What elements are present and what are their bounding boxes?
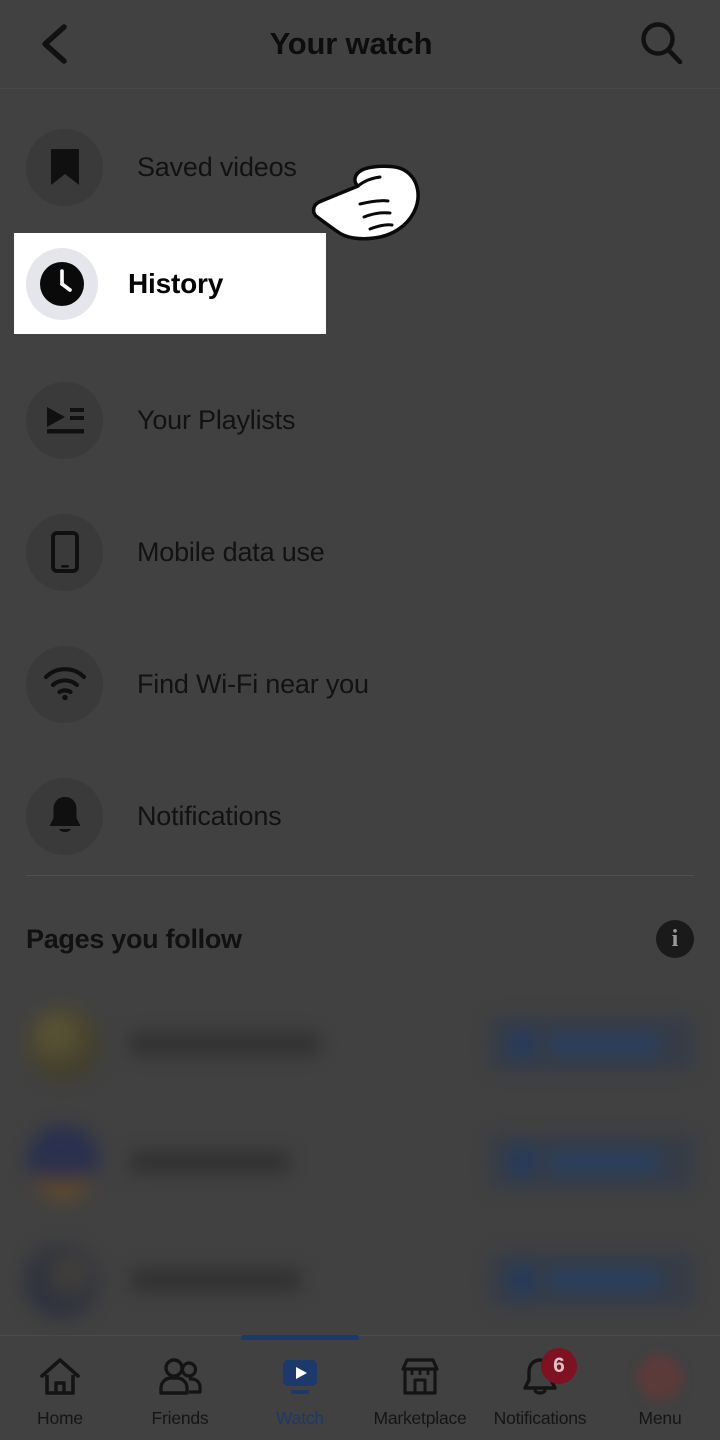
facebook-glyph (511, 1029, 533, 1059)
avatar-icon (637, 1354, 683, 1400)
menu-item-label: Notifications (137, 800, 282, 831)
friends-icon (159, 1358, 202, 1395)
nav-tab-label: Home (37, 1408, 83, 1428)
nav-tab-friends[interactable]: Friends (120, 1336, 240, 1440)
page-name-obscured (130, 1269, 302, 1291)
page-follow-button[interactable] (489, 1016, 694, 1072)
page-title: Your watch (269, 26, 433, 61)
icon-container (35, 1354, 85, 1400)
page-follow-button[interactable] (489, 1134, 694, 1190)
watch-video-icon (283, 1360, 317, 1394)
wifi-icon (43, 667, 86, 701)
icon-container (26, 128, 103, 206)
watch-menu-list: Saved videos History Your Playlists Mobi… (0, 89, 720, 882)
section-title: Pages you follow (26, 923, 242, 954)
page-row[interactable] (0, 1103, 720, 1221)
search-button[interactable] (634, 16, 690, 72)
bell-icon (49, 797, 80, 833)
page-row[interactable] (0, 985, 720, 1103)
page-name-obscured (130, 1033, 320, 1055)
nav-tab-watch[interactable]: Watch (240, 1335, 360, 1440)
facebook-glyph (511, 1265, 533, 1295)
menu-item-saved-videos[interactable]: Saved videos (0, 101, 720, 233)
chevron-left-icon (42, 24, 67, 64)
notification-badge: 6 (541, 1348, 577, 1384)
info-icon[interactable]: i (656, 920, 694, 958)
mobile-phone-icon (50, 531, 79, 573)
follow-label-obscured (549, 1152, 659, 1172)
nav-tab-notifications[interactable]: 6 Notifications (480, 1336, 600, 1440)
page-avatar (26, 1007, 100, 1081)
menu-item-label: Mobile data use (137, 536, 325, 567)
page-avatar (26, 1125, 100, 1199)
menu-item-mobile-data-use[interactable]: Mobile data use (0, 486, 720, 618)
menu-item-label: History (128, 267, 224, 299)
clock-icon (40, 261, 84, 306)
watch-screen: Your watch Saved videos History Your Pla… (0, 0, 720, 1440)
pages-you-follow-header: Pages you follow i (26, 915, 694, 963)
follow-label-obscured (549, 1034, 659, 1054)
storefront-icon (401, 1358, 439, 1395)
nav-tab-menu[interactable]: Menu (600, 1336, 720, 1440)
search-icon (641, 22, 683, 65)
menu-item-your-playlists[interactable]: Your Playlists (0, 354, 720, 486)
icon-container (26, 247, 98, 320)
icon-container (275, 1354, 325, 1400)
active-tab-indicator (241, 1335, 359, 1340)
page-row[interactable] (0, 1221, 720, 1339)
section-divider (26, 875, 694, 876)
page-follow-button[interactable] (489, 1252, 694, 1308)
follow-label-obscured (549, 1270, 659, 1290)
icon-container (26, 381, 103, 459)
app-header: Your watch (0, 0, 720, 89)
menu-item-history[interactable]: History (14, 233, 326, 334)
nav-tab-marketplace[interactable]: Marketplace (360, 1336, 480, 1440)
nav-tab-label: Watch (276, 1408, 324, 1428)
facebook-glyph (511, 1147, 533, 1177)
pages-you-follow-list (0, 985, 720, 1339)
info-glyph: i (671, 926, 679, 952)
menu-item-label: Saved videos (137, 151, 297, 182)
menu-item-label: Find Wi-Fi near you (137, 668, 369, 699)
menu-item-find-wifi[interactable]: Find Wi-Fi near you (0, 618, 720, 750)
page-avatar (26, 1243, 100, 1317)
playlist-icon (46, 407, 84, 434)
icon-container (26, 645, 103, 723)
icon-container (155, 1354, 205, 1400)
icon-container (395, 1354, 445, 1400)
home-icon (40, 1358, 80, 1395)
nav-tab-label: Friends (151, 1408, 209, 1428)
icon-container (26, 777, 103, 855)
nav-tab-label: Notifications (493, 1408, 587, 1428)
icon-container (26, 513, 103, 591)
page-name-obscured (130, 1151, 290, 1173)
bookmark-icon (50, 149, 79, 185)
menu-item-label: Your Playlists (137, 404, 296, 435)
nav-tab-home[interactable]: Home (0, 1336, 120, 1440)
nav-tab-label: Menu (638, 1408, 682, 1428)
nav-tab-label: Marketplace (373, 1408, 467, 1428)
bottom-navigation-bar: Home Friends Watch Marketplace 6 Notific… (0, 1335, 720, 1440)
menu-item-notifications[interactable]: Notifications (0, 750, 720, 882)
icon-container: 6 (515, 1348, 577, 1400)
icon-container (635, 1354, 685, 1400)
